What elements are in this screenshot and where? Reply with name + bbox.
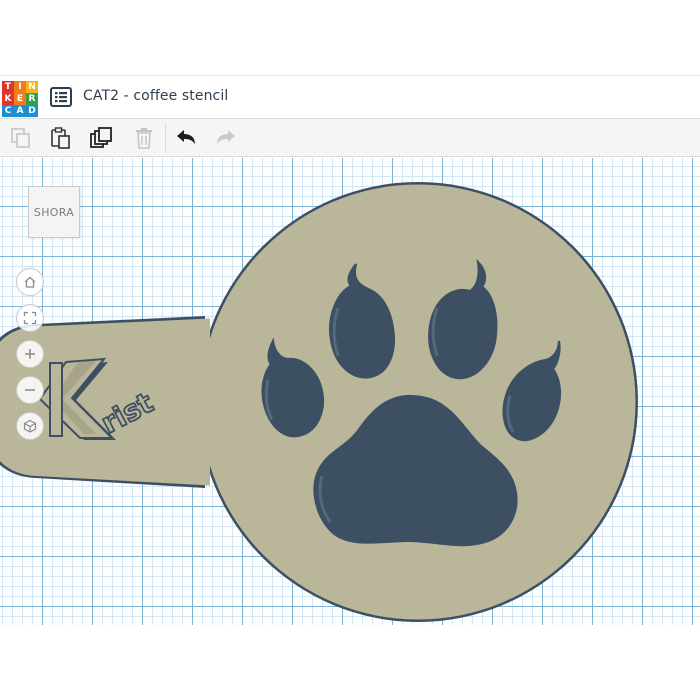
paste-icon	[51, 127, 70, 149]
stencil-body[interactable]	[0, 184, 636, 620]
plus-icon	[25, 349, 35, 359]
coffee-stencil-model[interactable]: rist	[0, 158, 700, 625]
page-bottom-area	[0, 625, 700, 700]
toolbar-divider	[165, 124, 166, 152]
fit-icon	[23, 311, 37, 325]
view-cube-face-label: SHORA	[33, 205, 75, 219]
redo-button[interactable]	[214, 126, 238, 150]
logo-tile: C	[2, 105, 14, 117]
delete-button[interactable]	[132, 126, 156, 150]
k-stem	[49, 362, 63, 437]
orthographic-toggle-button[interactable]	[16, 412, 44, 440]
list-icon[interactable]	[50, 87, 72, 107]
view-cube[interactable]: SHORA	[28, 186, 80, 238]
title-bar: TINKERCAD CAT2 - coffee stencil	[0, 75, 700, 119]
paste-button[interactable]	[49, 126, 73, 150]
workplane[interactable]: rist SHORA	[0, 158, 700, 625]
copy-icon	[11, 128, 30, 148]
logo-tile: N	[26, 81, 38, 93]
minus-icon	[25, 389, 35, 391]
zoom-in-button[interactable]	[16, 340, 44, 368]
document-title[interactable]: CAT2 - coffee stencil	[83, 88, 228, 104]
logo-tile: D	[26, 105, 38, 117]
logo-tile: R	[26, 93, 38, 105]
edit-toolbar	[0, 119, 700, 157]
undo-icon	[177, 130, 195, 144]
tinkercad-logo[interactable]: TINKERCAD	[2, 81, 38, 117]
copy-button[interactable]	[9, 126, 33, 150]
logo-tile: E	[14, 93, 26, 105]
zoom-out-button[interactable]	[16, 376, 44, 404]
logo-tile: T	[2, 81, 14, 93]
home-icon	[24, 276, 36, 288]
fit-view-button[interactable]	[16, 304, 44, 332]
duplicate-icon	[90, 127, 112, 148]
duplicate-button[interactable]	[90, 126, 114, 150]
trash-icon	[136, 128, 152, 149]
cube-icon	[23, 419, 37, 433]
logo-tile: A	[14, 105, 26, 117]
logo-tile: K	[2, 93, 14, 105]
undo-button[interactable]	[174, 126, 198, 150]
home-view-button[interactable]	[16, 268, 44, 296]
logo-tile: I	[14, 81, 26, 93]
redo-icon	[217, 130, 235, 144]
